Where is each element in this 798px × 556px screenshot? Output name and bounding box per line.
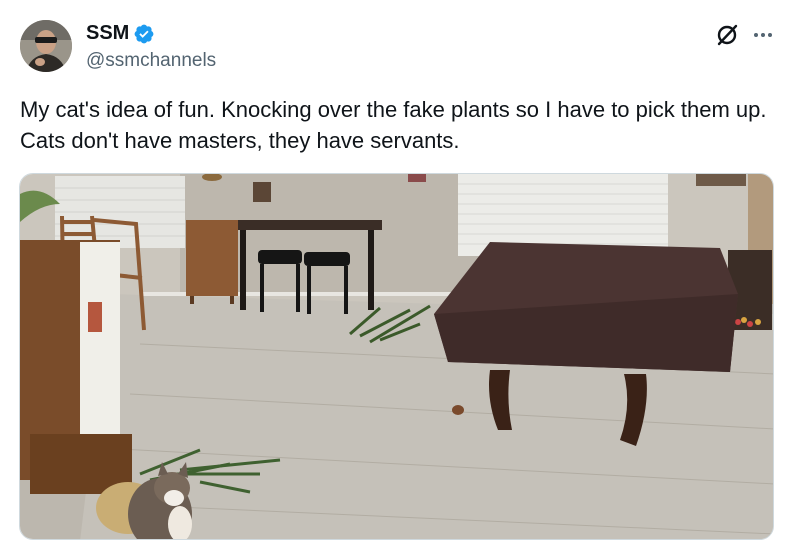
author-display-name[interactable]: SSM <box>86 22 129 45</box>
more-icon <box>754 33 772 37</box>
more-options-button[interactable] <box>748 22 778 48</box>
tweet-photo[interactable] <box>19 173 774 540</box>
verified-badge-icon <box>134 24 154 43</box>
photo-image <box>20 174 773 539</box>
grok-icon <box>717 24 738 46</box>
grok-button[interactable] <box>714 22 740 48</box>
author-avatar[interactable] <box>20 20 72 72</box>
author-handle[interactable]: @ssmchannels <box>86 50 216 72</box>
avatar-image <box>20 20 72 72</box>
tweet-text: My cat's idea of fun. Knocking over the … <box>20 97 767 153</box>
